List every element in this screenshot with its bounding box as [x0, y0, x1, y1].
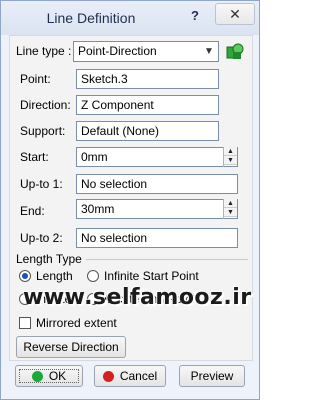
point-label: Point: [20, 72, 51, 86]
group-divider [86, 259, 248, 260]
red-dot-icon [102, 371, 114, 382]
radio-length-label: Length [36, 269, 73, 283]
end-field[interactable]: 30mm [76, 199, 238, 219]
watermark-text: www.selfamooz.ir [23, 285, 252, 310]
start-spinner[interactable]: ▲ ▼ [223, 147, 237, 167]
support-field[interactable]: Default (None) [76, 121, 219, 141]
start-value: 0mm [81, 150, 108, 164]
upto1-label: Up-to 1: [20, 177, 63, 191]
end-value: 30mm [81, 202, 115, 216]
point-field[interactable]: Sketch.3 [76, 69, 219, 89]
line-type-select[interactable]: Point-Direction ▼ [73, 41, 219, 62]
dialog-title: Line Definition [46, 10, 136, 26]
focus-ring [19, 369, 79, 383]
end-spinner[interactable]: ▲ ▼ [223, 199, 237, 219]
line-type-value: Point-Direction [78, 44, 157, 58]
upto1-field[interactable]: No selection [76, 174, 238, 194]
upto2-field[interactable]: No selection [76, 228, 238, 248]
cancel-label: Cancel [119, 369, 158, 383]
cancel-button[interactable]: Cancel [94, 365, 166, 387]
reverse-direction-button[interactable]: Reverse Direction [16, 336, 126, 358]
spin-down-icon[interactable]: ▼ [224, 156, 237, 165]
start-field[interactable]: 0mm [76, 147, 238, 167]
support-label: Support: [20, 124, 66, 138]
spin-down-icon[interactable]: ▼ [224, 208, 237, 217]
start-label: Start: [20, 150, 49, 164]
ok-button[interactable]: OK [15, 365, 83, 387]
close-button[interactable]: ✕ [215, 3, 255, 25]
help-button[interactable]: ? [185, 7, 205, 25]
spin-up-icon[interactable]: ▲ [224, 147, 237, 156]
direction-label: Direction: [20, 98, 71, 112]
radio-infinite-start-label: Infinite Start Point [104, 269, 199, 283]
line-type-label: Line type : [16, 44, 72, 58]
direction-field[interactable]: Z Component [76, 95, 219, 115]
preview-button[interactable]: Preview [179, 365, 245, 387]
chevron-down-icon: ▼ [204, 46, 214, 57]
radio-infinite-start[interactable] [87, 270, 99, 282]
green-shapes-icon[interactable] [224, 41, 246, 62]
spin-up-icon[interactable]: ▲ [224, 199, 237, 208]
end-label: End: [20, 204, 45, 218]
length-type-label: Length Type [16, 252, 82, 266]
title-bar: Line Definition ? ✕ [1, 1, 259, 35]
radio-length[interactable] [19, 270, 31, 282]
upto2-label: Up-to 2: [20, 231, 63, 245]
line-definition-dialog: Line Definition ? ✕ Line type : Point-Di… [0, 0, 260, 400]
